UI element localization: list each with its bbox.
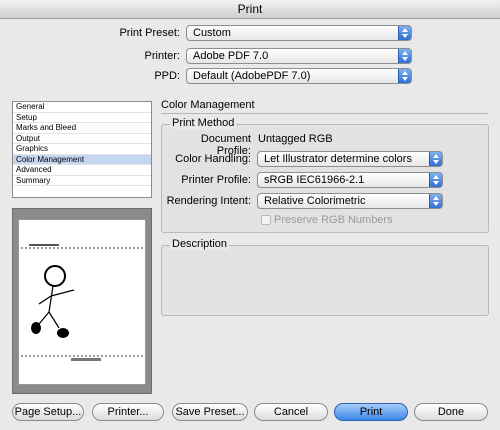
color-handling-label: Color Handling:: [175, 153, 251, 165]
printer-popup[interactable]: Adobe PDF 7.0: [186, 48, 412, 64]
category-item-general[interactable]: General: [13, 102, 151, 113]
popup-arrows-icon: [398, 26, 411, 40]
printer-value: Adobe PDF 7.0: [193, 50, 269, 62]
save-preset-button[interactable]: Save Preset...: [172, 403, 248, 421]
ppd-label: PPD:: [154, 70, 180, 82]
ppd-popup[interactable]: Default (AdobePDF 7.0): [186, 68, 412, 84]
window-title: Print: [0, 0, 500, 19]
preserve-rgb-label: Preserve RGB Numbers: [274, 214, 393, 226]
rendering-intent-label: Rendering Intent:: [166, 195, 251, 207]
document-profile-value: Untagged RGB: [258, 133, 333, 145]
popup-arrows-icon: [429, 173, 442, 187]
category-item-output[interactable]: Output: [13, 134, 151, 144]
color-handling-popup[interactable]: Let Illustrator determine colors: [257, 151, 443, 167]
panel-divider: [161, 113, 488, 114]
panel-title: Color Management: [161, 99, 255, 111]
print-preset-value: Custom: [193, 27, 231, 39]
cancel-button[interactable]: Cancel: [254, 403, 328, 421]
print-method-title: Print Method: [170, 117, 237, 129]
print-preview[interactable]: [12, 208, 152, 394]
description-title: Description: [170, 238, 230, 250]
page-setup-button[interactable]: Page Setup...: [12, 403, 84, 421]
popup-arrows-icon: [398, 69, 411, 83]
stick-figure-artwork: [21, 244, 143, 361]
category-item-setup[interactable]: Setup: [13, 113, 151, 123]
popup-arrows-icon: [398, 49, 411, 63]
done-button[interactable]: Done: [414, 403, 488, 421]
popup-arrows-icon: [429, 194, 442, 208]
color-handling-value: Let Illustrator determine colors: [264, 153, 412, 165]
printer-profile-value: sRGB IEC61966-2.1: [264, 174, 365, 186]
category-item-advanced[interactable]: Advanced: [13, 165, 151, 176]
print-preset-popup[interactable]: Custom: [186, 25, 412, 41]
popup-arrows-icon: [429, 152, 442, 166]
printer-profile-popup[interactable]: sRGB IEC61966-2.1: [257, 172, 443, 188]
preview-page: [18, 219, 146, 385]
category-item-color-management[interactable]: Color Management: [13, 154, 151, 165]
print-button[interactable]: Print: [334, 403, 408, 421]
printer-button[interactable]: Printer...: [92, 403, 164, 421]
ppd-value: Default (AdobePDF 7.0): [193, 70, 311, 82]
category-item-graphics[interactable]: Graphics: [13, 144, 151, 155]
description-group: [161, 245, 489, 316]
category-item-summary[interactable]: Summary: [13, 176, 151, 186]
rendering-intent-value: Relative Colorimetric: [264, 195, 366, 207]
category-item-marks-and-bleed[interactable]: Marks and Bleed: [13, 123, 151, 134]
preserve-rgb-checkbox[interactable]: [261, 215, 271, 225]
category-list[interactable]: General Setup Marks and Bleed Output Gra…: [12, 101, 152, 198]
printer-profile-label: Printer Profile:: [181, 174, 251, 186]
printer-label: Printer:: [144, 50, 180, 62]
rendering-intent-popup[interactable]: Relative Colorimetric: [257, 193, 443, 209]
print-preset-label: Print Preset:: [119, 27, 180, 39]
